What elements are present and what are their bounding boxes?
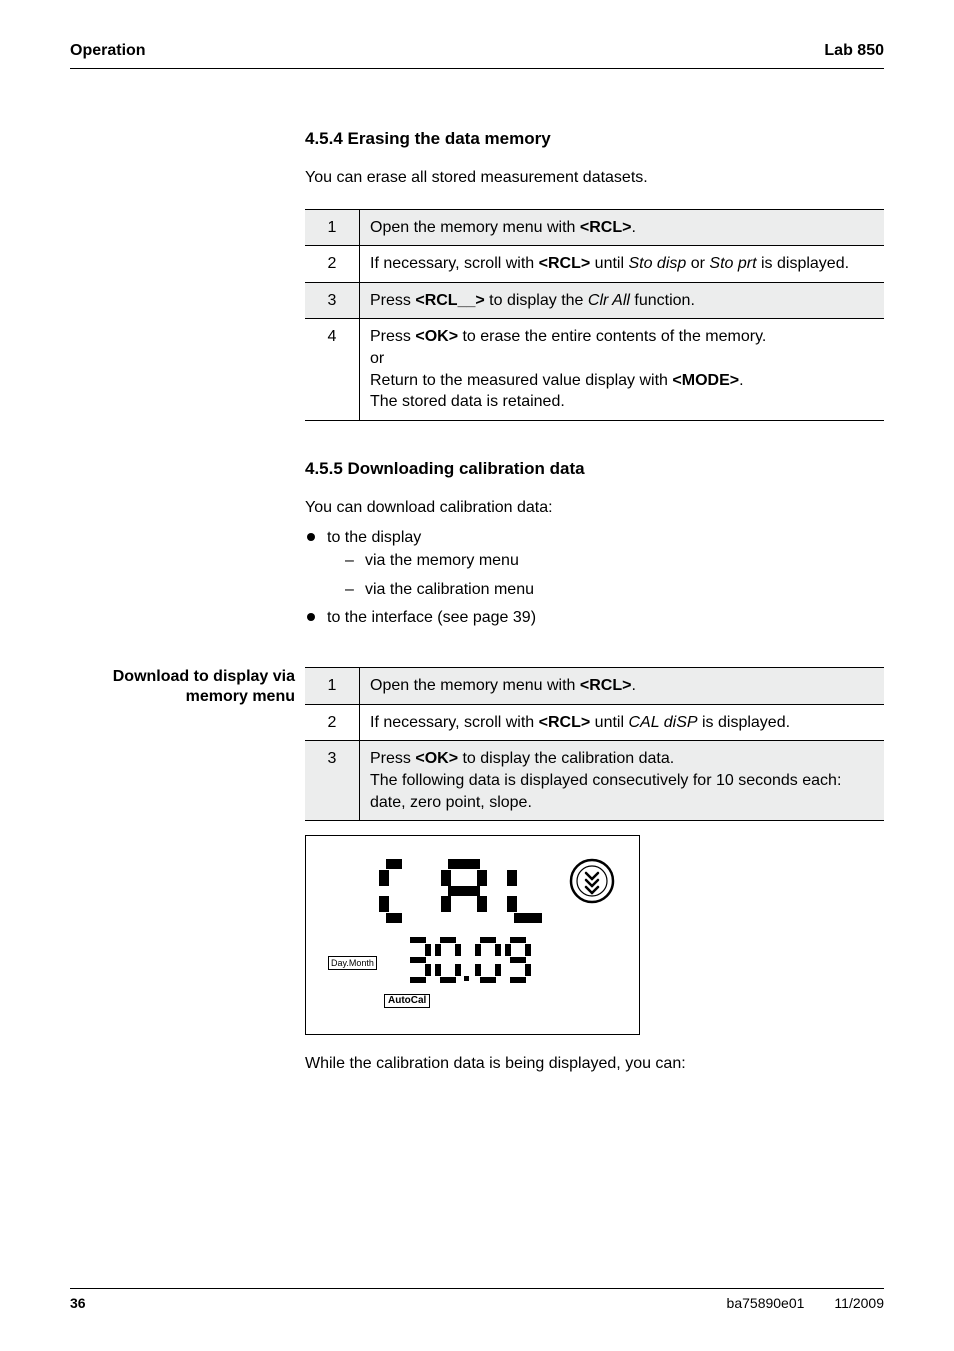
intro-454: You can erase all stored measurement dat… [305,167,884,189]
step-number: 3 [305,282,360,319]
step-text: If necessary, scroll with <RCL> until CA… [360,704,885,741]
intro-455: You can download calibration data: [305,497,884,519]
table-row: 1 Open the memory menu with <RCL>. [305,668,884,705]
sidebar-label: Download to display via memory menu [70,667,305,707]
heading-455: 4.5.5 Downloading calibration data [305,459,884,479]
footer-rule [70,1288,884,1289]
heading-454: 4.5.4 Erasing the data memory [305,129,884,149]
page-number: 36 [70,1295,86,1311]
list-item: via the calibration menu [331,576,884,605]
step-text: If necessary, scroll with <RCL> until St… [360,246,885,283]
list-item: via the memory menu [331,547,884,576]
step-number: 1 [305,209,360,246]
footer-docid: ba75890e01 [727,1295,805,1311]
list-item: to the interface (see page 39) [305,604,884,633]
list-item-text: to the display [327,529,421,546]
lcd-display: Day.Month AutoCal [305,835,640,1035]
footer-date: 11/2009 [834,1295,884,1311]
header-right: Lab 850 [824,42,884,60]
sensor-icon [569,858,615,904]
step-text: Open the memory menu with <RCL>. [360,668,885,705]
table-row: 2 If necessary, scroll with <RCL> until … [305,704,884,741]
sidebar-line2: memory menu [186,688,295,705]
step-number: 4 [305,319,360,420]
step-number: 2 [305,704,360,741]
steps-table-download: 1 Open the memory menu with <RCL>. 2 If … [305,667,884,821]
steps-table-454: 1 Open the memory menu with <RCL>. 2 If … [305,209,884,421]
table-row: 3 Press <OK> to display the calibration … [305,741,884,821]
step-text: Open the memory menu with <RCL>. [360,209,885,246]
after-lcd-text: While the calibration data is being disp… [305,1053,884,1075]
step-number: 3 [305,741,360,821]
lcd-date-readout [406,936,546,986]
table-row: 1 Open the memory menu with <RCL>. [305,209,884,246]
step-text: Press <OK> to display the calibration da… [360,741,885,821]
bullet-list: to the display via the memory menu via t… [305,524,884,633]
table-row: 2 If necessary, scroll with <RCL> until … [305,246,884,283]
table-row: 3 Press <RCL__> to display the Clr All f… [305,282,884,319]
lcd-autocal-label: AutoCal [384,994,430,1008]
step-text: Press <OK> to erase the entire contents … [360,319,885,420]
header-rule [70,68,884,69]
lcd-daymonth-label: Day.Month [328,956,377,970]
sidebar-line1: Download to display via [113,668,295,685]
step-number: 2 [305,246,360,283]
step-number: 1 [305,668,360,705]
list-item: to the display via the memory menu via t… [305,524,884,604]
step-text: Press <RCL__> to display the Clr All fun… [360,282,885,319]
table-row: 4 Press <OK> to erase the entire content… [305,319,884,420]
header-left: Operation [70,42,146,60]
lcd-main-readout [378,858,558,924]
